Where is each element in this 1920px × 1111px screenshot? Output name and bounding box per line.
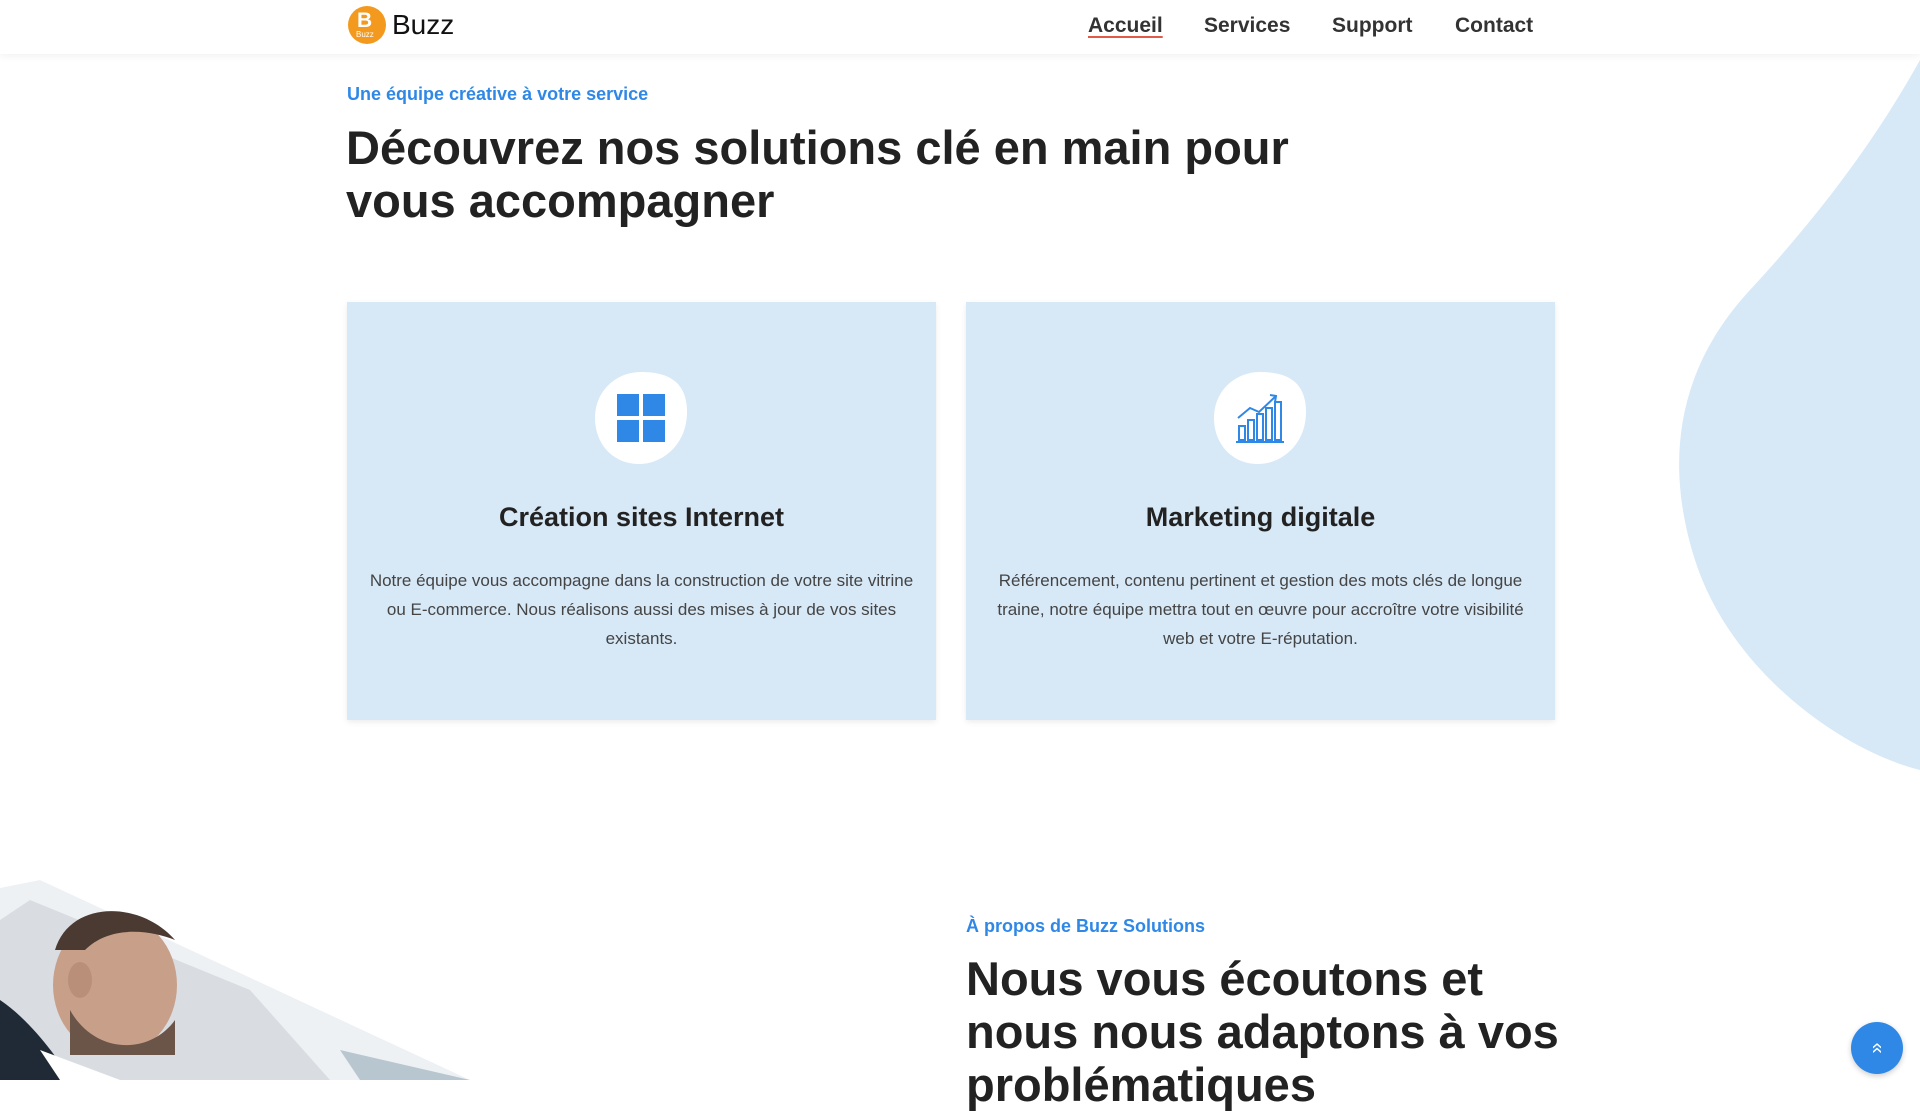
about-eyebrow: À propos de Buzz Solutions — [966, 916, 1205, 936]
card-icon-badge — [593, 370, 689, 466]
nav-services[interactable]: Services — [1204, 14, 1290, 38]
services-eyebrow: Une équipe créative à votre service — [347, 84, 649, 104]
windows-grid-icon — [595, 372, 687, 464]
card-title: Création sites Internet — [498, 502, 785, 532]
nav-contact[interactable]: Contact — [1455, 14, 1533, 38]
nav-accueil[interactable]: Accueil — [1088, 14, 1163, 38]
about-title: Nous vous écoutons et nous nous adaptons… — [966, 952, 1586, 1111]
services-title-line1: Découvrez nos solutions clé en main pour — [346, 121, 1289, 174]
services-title: Découvrez nos solutions clé en main pour… — [346, 121, 1289, 227]
services-title-line2: vous accompagner — [346, 174, 775, 227]
bar-chart-growth-icon — [1214, 372, 1306, 464]
service-card-marketing: Marketing digitale Référencement, conten… — [966, 302, 1555, 720]
brand-name: Buzz — [392, 9, 455, 40]
about-title-line3: problématiques — [966, 1058, 1316, 1111]
team-photo — [0, 880, 470, 1080]
card-description: Notre équipe vous accompagne dans la con… — [369, 571, 914, 648]
scroll-to-top-button[interactable]: » — [1851, 1022, 1903, 1074]
about-title-line1: Nous vous écoutons et — [966, 952, 1484, 1005]
card-icon-badge — [1212, 370, 1308, 466]
brand-logo[interactable]: B Buzz Buzz — [348, 6, 454, 44]
nav-support[interactable]: Support — [1332, 14, 1412, 38]
card-description: Référencement, contenu pertinent et gest… — [997, 571, 1524, 648]
service-card-web: Création sites Internet Notre équipe vou… — [347, 302, 936, 720]
decorative-blob — [1679, 60, 1920, 770]
top-navbar: B Buzz Buzz Accueil Services Support Con… — [0, 0, 1920, 54]
logo-mark-sub: Buzz — [356, 30, 374, 39]
buzz-logo-icon: B Buzz — [348, 6, 386, 44]
about-title-line2: nous nous adaptons à vos — [966, 1005, 1559, 1058]
card-title: Marketing digitale — [1145, 502, 1376, 532]
double-chevron-up-icon: » — [1866, 1042, 1888, 1054]
